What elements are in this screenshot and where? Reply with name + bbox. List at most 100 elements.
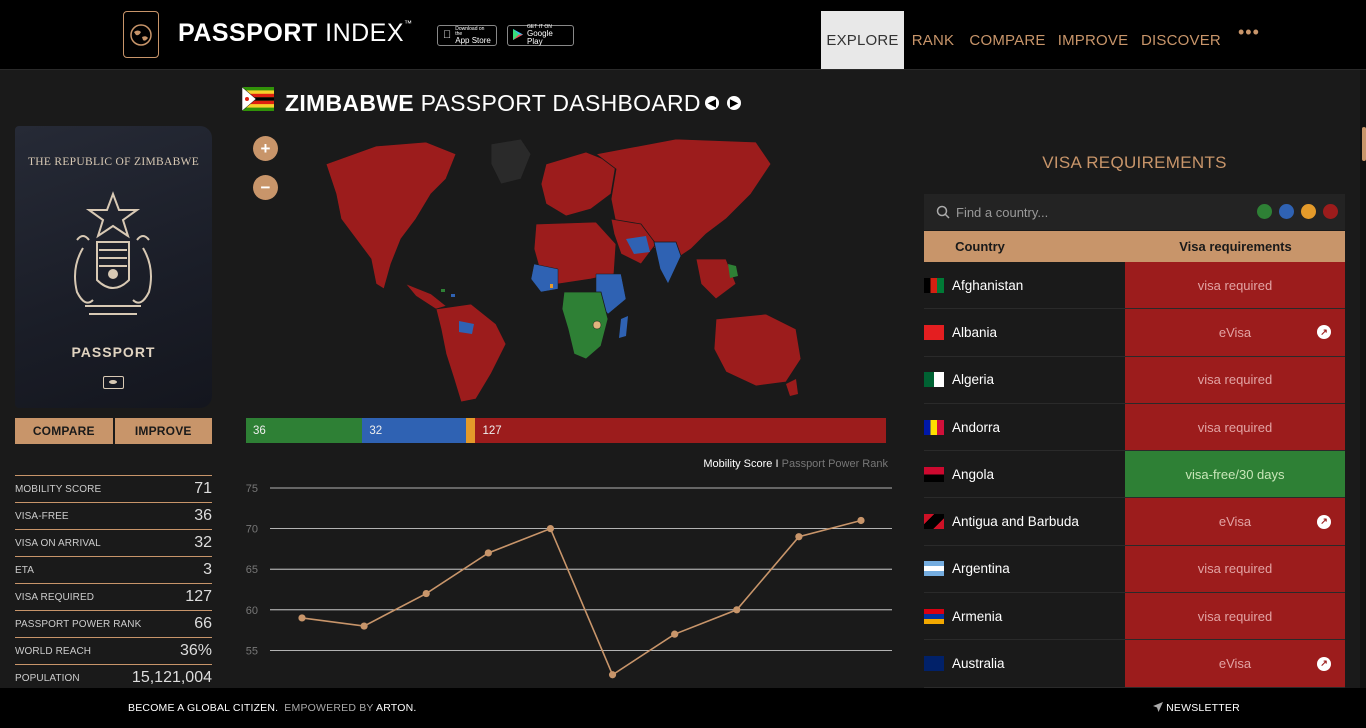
- mobility-score-point[interactable]: [608, 671, 617, 679]
- nav-rank[interactable]: RANK: [904, 11, 962, 69]
- zoom-in-button[interactable]: +: [253, 136, 278, 161]
- brand-logo-text[interactable]: PASSPORT INDEX™: [178, 19, 413, 48]
- legend-power-rank[interactable]: Passport Power Rank: [782, 458, 888, 470]
- visa-requirement-text: visa required: [1197, 372, 1273, 388]
- visa-requirement-cell[interactable]: visa required: [1125, 593, 1345, 640]
- external-link-icon[interactable]: ↗: [1317, 325, 1331, 340]
- filter-visa-required-dot[interactable]: [1323, 204, 1338, 219]
- breakdown-visa-free: 36: [246, 418, 363, 443]
- mobility-score-point[interactable]: [484, 549, 492, 557]
- passport-label: PASSPORT: [71, 344, 156, 360]
- stat-world-reach: WORLD REACH 36%: [15, 637, 212, 664]
- country-flag-icon: [924, 419, 944, 435]
- passport-cover-image: THE REPUBLIC OF ZIMBABWE PASSPORT: [15, 126, 212, 408]
- nav-improve[interactable]: IMPROVE: [1052, 11, 1134, 69]
- passport-index-logo-icon[interactable]: [123, 11, 159, 58]
- mobility-score-point[interactable]: [298, 614, 306, 622]
- mobility-score-point[interactable]: [422, 589, 430, 598]
- external-link-icon[interactable]: ↗: [1317, 656, 1331, 671]
- next-country-icon[interactable]: ▶: [727, 96, 741, 110]
- visa-requirement-text: visa-free/30 days: [1185, 466, 1285, 482]
- country-cell[interactable]: Australia: [924, 640, 1125, 686]
- google-play-badge[interactable]: GET IT ON Google Play: [507, 25, 574, 46]
- top-navigation-bar: PASSPORT INDEX™  Download on theApp Sto…: [0, 0, 1366, 70]
- visa-table-row[interactable]: Afghanistan visa required: [924, 262, 1345, 310]
- mobility-score-point[interactable]: [857, 516, 865, 525]
- country-cell[interactable]: Argentina: [924, 546, 1125, 592]
- country-cell[interactable]: Angola: [924, 451, 1125, 497]
- visa-table-header: Country Visa requirements: [924, 231, 1345, 262]
- visa-requirement-text: visa required: [1197, 277, 1273, 293]
- footer-bar: BECOME A GLOBAL CITIZEN. EMPOWERED BY ART…: [0, 688, 1366, 728]
- app-store-badge[interactable]:  Download on theApp Store: [437, 25, 497, 46]
- visa-breakdown-bar: 36 32 127: [246, 418, 886, 443]
- visa-requirement-cell[interactable]: visa required: [1125, 262, 1345, 309]
- country-cell[interactable]: Antigua and Barbuda: [924, 498, 1125, 544]
- zoom-out-button[interactable]: −: [253, 175, 278, 200]
- country-flag-icon: [924, 656, 944, 672]
- previous-country-icon[interactable]: ◀: [705, 96, 719, 110]
- mobility-score-point[interactable]: [546, 525, 555, 533]
- visa-requirement-cell[interactable]: eVisa ↗: [1125, 640, 1345, 687]
- breakdown-visa-required: 127: [475, 418, 886, 443]
- visa-table-row[interactable]: Angola visa-free/30 days: [924, 451, 1345, 499]
- visa-table-row[interactable]: Andorra visa required: [924, 403, 1345, 452]
- map-central-america: [405, 283, 447, 310]
- search-icon: [936, 205, 950, 219]
- visa-requirement-cell[interactable]: visa-free/30 days: [1125, 451, 1345, 498]
- country-cell[interactable]: Algeria: [924, 357, 1125, 403]
- mobility-score-point[interactable]: [795, 533, 803, 541]
- paper-plane-icon: [1153, 702, 1163, 712]
- arton-link[interactable]: ARTON.: [376, 702, 417, 714]
- legend-mobility-score[interactable]: Mobility Score: [703, 458, 772, 470]
- visa-requirement-cell[interactable]: visa required: [1125, 403, 1345, 451]
- footer-tagline[interactable]: BECOME A GLOBAL CITIZEN. EMPOWERED BY ART…: [128, 702, 416, 714]
- map-zimbabwe-marker: [592, 320, 602, 330]
- column-country[interactable]: Country: [924, 231, 1036, 262]
- nav-compare[interactable]: COMPARE: [964, 11, 1051, 69]
- country-name: Antigua and Barbuda: [952, 514, 1079, 530]
- visa-requirement-cell[interactable]: visa required: [1125, 356, 1345, 403]
- map-caribbean-green: [441, 289, 445, 292]
- mobility-score-point[interactable]: [671, 630, 679, 638]
- improve-button[interactable]: IMPROVE: [114, 418, 212, 444]
- filter-visa-free-dot[interactable]: [1257, 204, 1272, 219]
- visa-table-row[interactable]: Argentina visa required: [924, 545, 1345, 594]
- chart-legend: Mobility Score I Passport Power Rank: [600, 458, 888, 470]
- visa-table-row[interactable]: Algeria visa required: [924, 356, 1345, 404]
- visa-requirement-cell[interactable]: eVisa ↗: [1125, 309, 1345, 356]
- mobility-score-point[interactable]: [360, 622, 368, 630]
- visa-table-row[interactable]: Albania eVisa ↗: [924, 309, 1345, 357]
- country-name: Australia: [952, 656, 1005, 672]
- country-cell[interactable]: Andorra: [924, 404, 1125, 450]
- visa-requirement-cell[interactable]: eVisa ↗: [1125, 498, 1345, 545]
- country-cell[interactable]: Afghanistan: [924, 262, 1125, 308]
- visa-table-row[interactable]: Antigua and Barbuda eVisa ↗: [924, 498, 1345, 546]
- country-cell[interactable]: Armenia: [924, 593, 1125, 639]
- map-west-africa-eta: [550, 284, 553, 288]
- stat-mobility-score: MOBILITY SCORE 71: [15, 475, 212, 502]
- newsletter-link[interactable]: NEWSLETTER: [1153, 702, 1240, 714]
- compare-button[interactable]: COMPARE: [15, 418, 113, 444]
- nav-explore[interactable]: EXPLORE: [821, 11, 904, 69]
- visa-table-row[interactable]: Australia eVisa ↗: [924, 640, 1345, 688]
- filter-eta-dot[interactable]: [1301, 204, 1316, 219]
- search-country-input[interactable]: [956, 204, 1206, 220]
- country-name: Algeria: [952, 372, 995, 388]
- nav-discover[interactable]: DISCOVER: [1136, 11, 1226, 69]
- external-link-icon[interactable]: ↗: [1317, 514, 1331, 529]
- more-menu-icon[interactable]: •••: [1238, 22, 1260, 43]
- country-cell[interactable]: Albania: [924, 309, 1125, 355]
- mobility-score-point[interactable]: [733, 606, 741, 614]
- column-visa-requirements[interactable]: Visa requirements: [1036, 231, 1345, 262]
- biometric-chip-icon: [103, 376, 124, 389]
- page-scrollbar-thumb[interactable]: [1362, 127, 1366, 161]
- visa-table-row[interactable]: Armenia visa required: [924, 593, 1345, 641]
- country-flag-icon: [924, 514, 944, 530]
- world-visa-map[interactable]: [296, 124, 826, 404]
- country-name: Argentina: [952, 561, 1010, 577]
- page-scrollbar[interactable]: [1360, 70, 1366, 688]
- visa-requirement-cell[interactable]: visa required: [1125, 545, 1345, 593]
- filter-visa-on-arrival-dot[interactable]: [1279, 204, 1294, 219]
- country-flag-icon: [924, 561, 944, 577]
